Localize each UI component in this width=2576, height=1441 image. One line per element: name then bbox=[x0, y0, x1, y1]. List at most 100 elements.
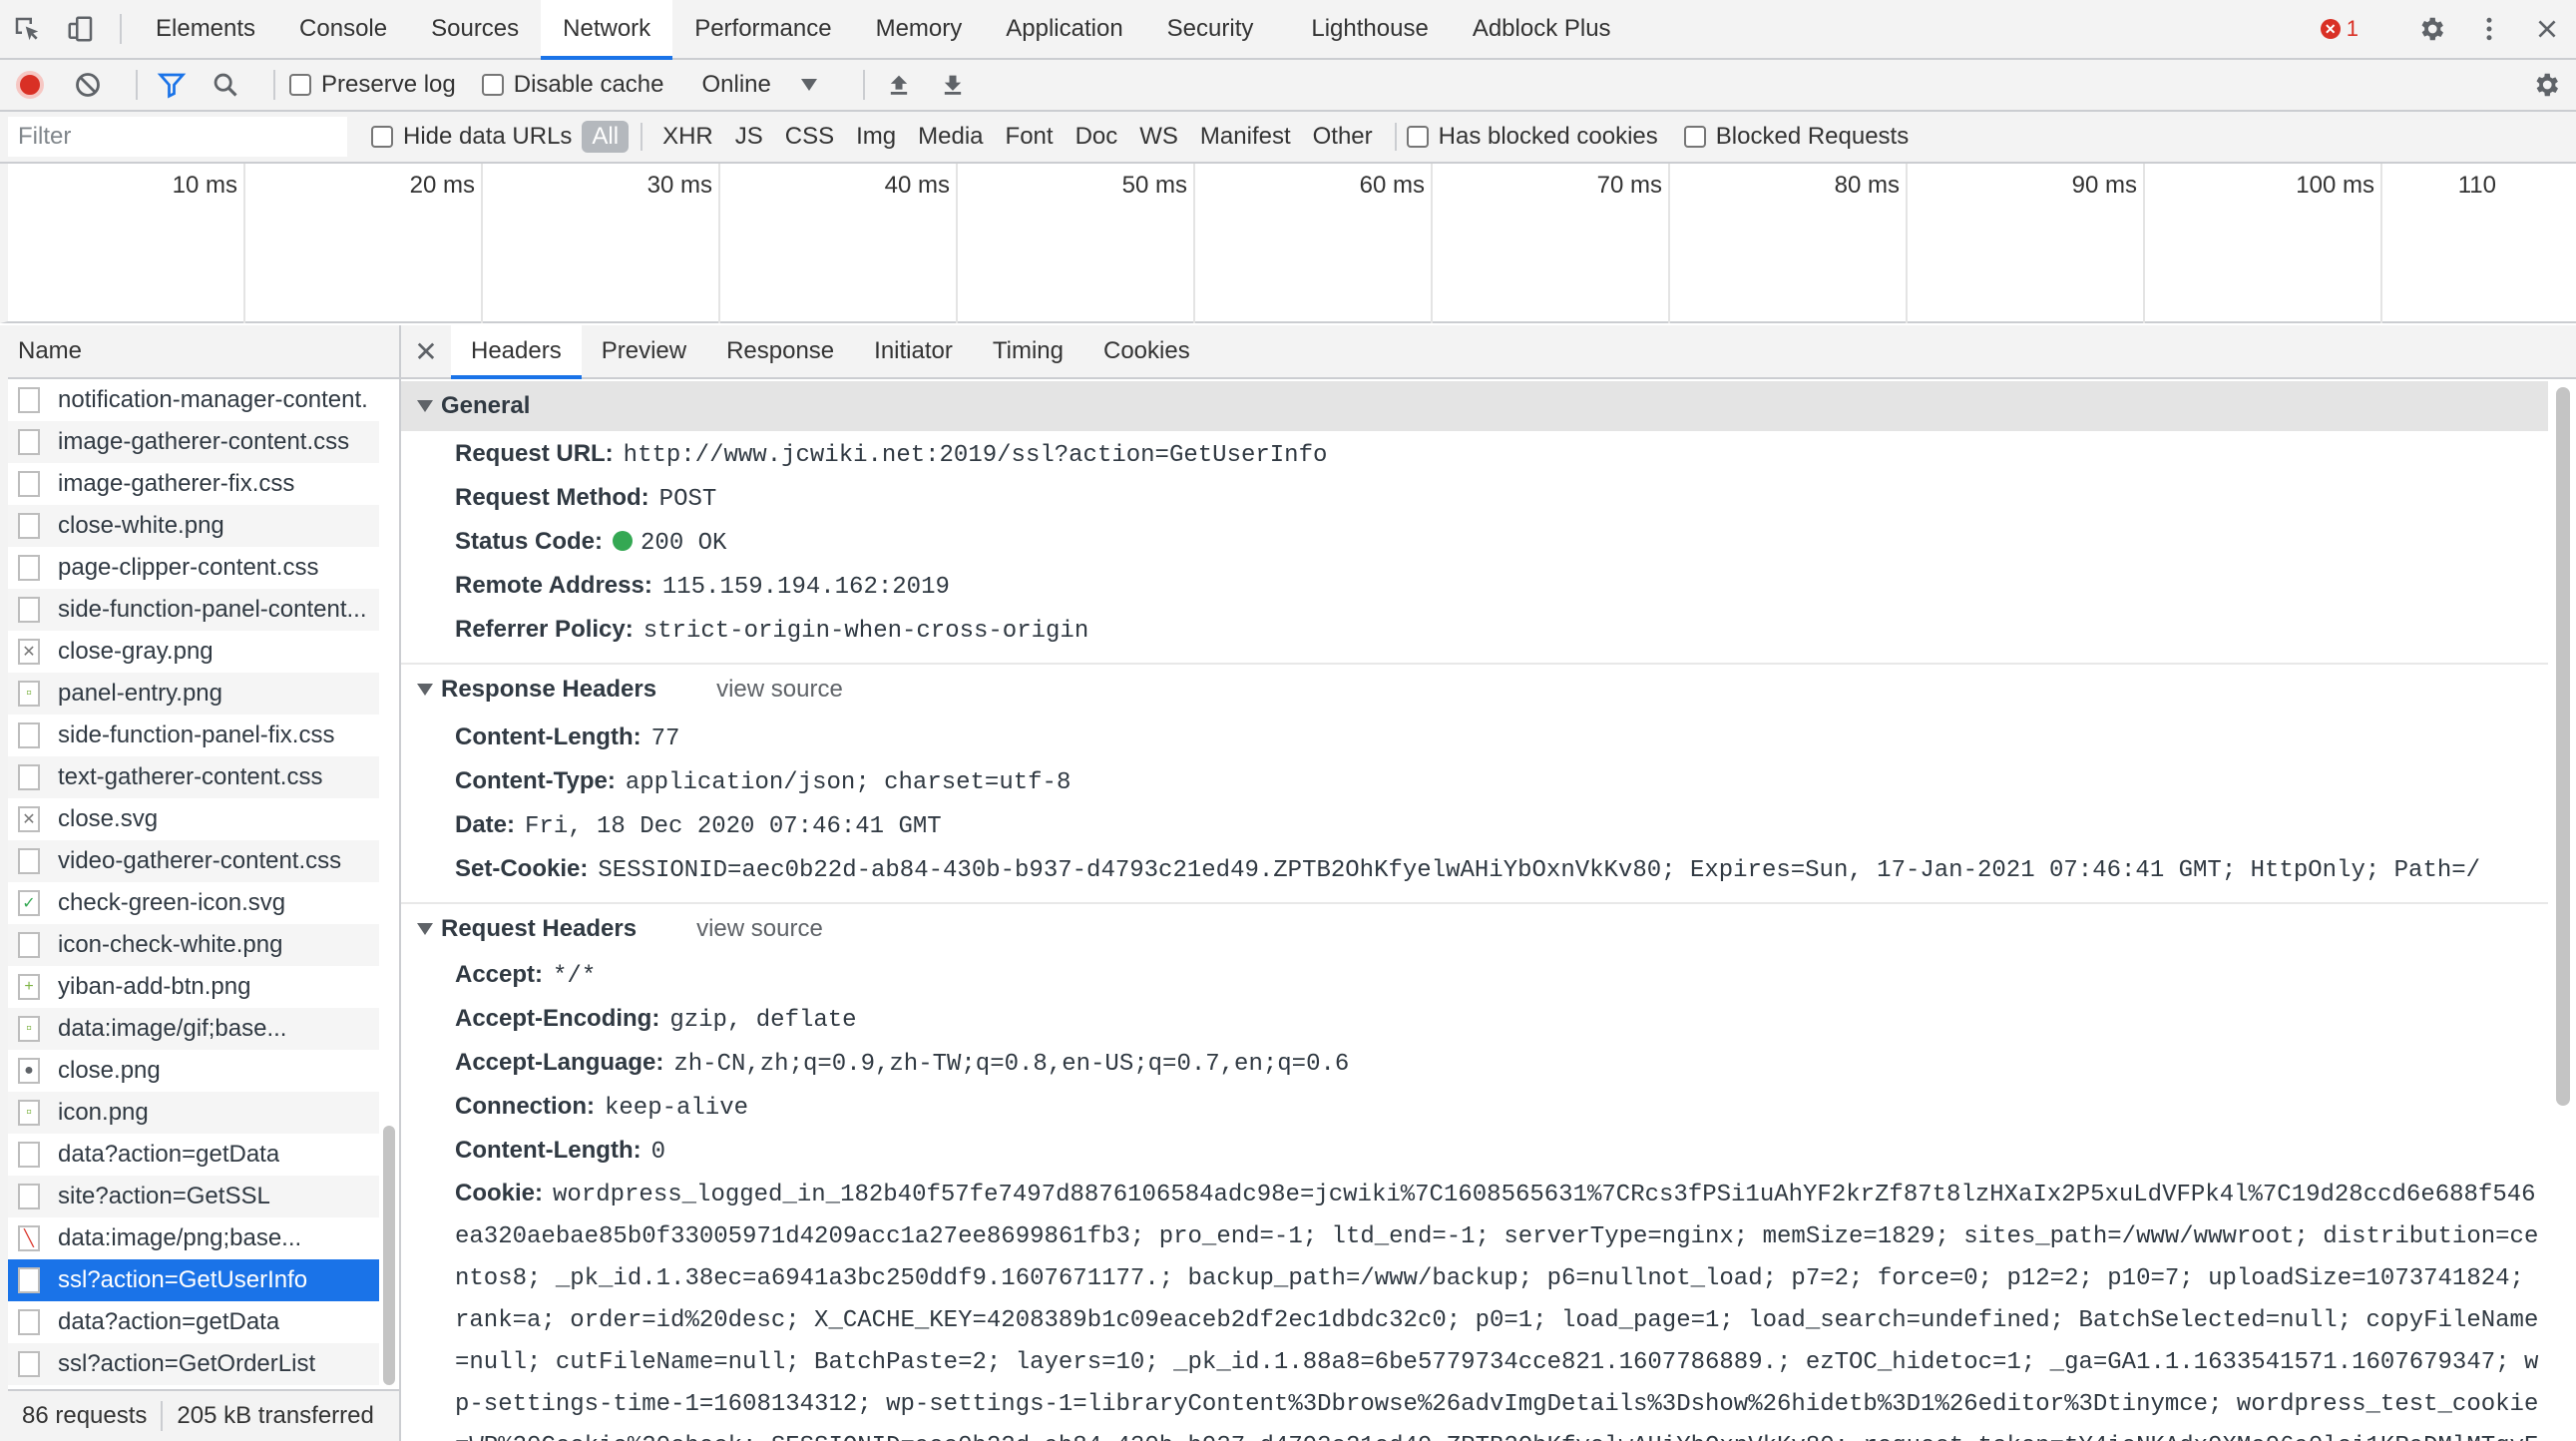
file-file-icon bbox=[18, 1184, 40, 1209]
request-row[interactable]: side-function-panel-fix.css bbox=[8, 715, 379, 756]
request-row[interactable]: data?action=getData bbox=[8, 1134, 379, 1176]
tab-elements[interactable]: Elements bbox=[134, 0, 277, 58]
header-value: 200 OK bbox=[641, 530, 727, 557]
detail-tab-headers[interactable]: Headers bbox=[451, 325, 582, 379]
tab-network[interactable]: Network bbox=[541, 0, 673, 60]
file-image-icon: ▫ bbox=[18, 1100, 40, 1126]
filter-input[interactable] bbox=[8, 117, 347, 157]
filter-type-doc[interactable]: Doc bbox=[1066, 121, 1128, 153]
timeline-overview[interactable]: 10 ms 20 ms 30 ms 40 ms 50 ms 60 ms 70 ms 80 ms… bbox=[0, 164, 2576, 323]
request-row[interactable]: ✕ close-gray.png bbox=[8, 631, 379, 673]
tab-memory[interactable]: Memory bbox=[854, 0, 985, 58]
request-row[interactable]: ● close.png bbox=[8, 1050, 379, 1092]
record-button[interactable] bbox=[16, 71, 44, 99]
inspect-element-icon[interactable] bbox=[0, 0, 54, 58]
filter-type-xhr[interactable]: XHR bbox=[652, 121, 723, 153]
request-row[interactable]: image-gatherer-fix.css bbox=[8, 463, 379, 505]
filter-type-media[interactable]: Media bbox=[908, 121, 993, 153]
checkbox-box[interactable] bbox=[371, 126, 393, 148]
request-row[interactable]: ssl?action=GetUserInfo bbox=[8, 1259, 379, 1301]
header-row: Referrer Policy: strict-origin-when-cross… bbox=[401, 609, 2548, 653]
request-row[interactable]: side-function-panel-content... bbox=[8, 589, 379, 631]
general-section-header[interactable]: General bbox=[401, 381, 2548, 431]
checkbox-box[interactable] bbox=[481, 74, 504, 96]
close-devtools-icon[interactable] bbox=[2518, 0, 2576, 58]
request-row[interactable]: ╲ data:image/png;base... bbox=[8, 1217, 379, 1259]
detail-tab-timing[interactable]: Timing bbox=[973, 325, 1083, 377]
search-icon[interactable] bbox=[206, 65, 245, 105]
response-headers-section-header[interactable]: Response Headers view source bbox=[401, 665, 2548, 715]
request-headers-section-header[interactable]: Request Headers view source bbox=[401, 904, 2548, 954]
timeline-tick-label: 60 ms bbox=[1359, 172, 1425, 199]
tab-security[interactable]: Security bbox=[1145, 0, 1276, 58]
header-key: Accept: bbox=[455, 961, 544, 988]
timeline-tick-label: 50 ms bbox=[1121, 172, 1187, 199]
request-list-scrollbar[interactable] bbox=[383, 1126, 395, 1385]
device-toolbar-icon[interactable] bbox=[54, 0, 108, 58]
timeline-tick: 10 ms bbox=[8, 164, 245, 323]
request-row[interactable]: close-white.png bbox=[8, 505, 379, 547]
blocked-requests-checkbox[interactable]: Blocked Requests bbox=[1683, 123, 1909, 151]
filter-type-other[interactable]: Other bbox=[1303, 121, 1383, 153]
export-har-icon[interactable] bbox=[933, 65, 973, 105]
error-counter[interactable]: ✕ 1 bbox=[2303, 16, 2376, 42]
request-row[interactable]: ▫ panel-entry.png bbox=[8, 673, 379, 715]
checkbox-box[interactable] bbox=[1406, 126, 1429, 148]
throttling-select[interactable]: Online bbox=[689, 71, 828, 99]
detail-tab-cookies[interactable]: Cookies bbox=[1083, 325, 1210, 377]
request-view-source-link[interactable]: view source bbox=[696, 915, 823, 943]
request-row[interactable]: icon-check-white.png bbox=[8, 924, 379, 966]
filter-type-img[interactable]: Img bbox=[846, 121, 906, 153]
file-file-icon bbox=[18, 555, 40, 581]
request-row[interactable]: image-gatherer-content.css bbox=[8, 421, 379, 463]
timeline-tick-label: 10 ms bbox=[172, 172, 237, 199]
filter-type-ws[interactable]: WS bbox=[1129, 121, 1188, 153]
filter-type-css[interactable]: CSS bbox=[775, 121, 844, 153]
request-name: close.png bbox=[58, 1057, 161, 1084]
response-view-source-link[interactable]: view source bbox=[716, 676, 843, 704]
checkbox-box[interactable] bbox=[289, 74, 311, 96]
preserve-log-checkbox[interactable]: Preserve log bbox=[289, 71, 456, 99]
general-section: Request URL: http://www.jcwiki.net:2019/s… bbox=[401, 431, 2548, 665]
hide-data-urls-checkbox[interactable]: Hide data URLs bbox=[371, 123, 572, 151]
filter-type-manifest[interactable]: Manifest bbox=[1190, 121, 1301, 153]
request-row[interactable]: + yiban-add-btn.png bbox=[8, 966, 379, 1008]
request-row[interactable]: text-gatherer-content.css bbox=[8, 756, 379, 798]
cookie-header-value: wordpress_logged_in_182b40f57fe7497d8876… bbox=[455, 1182, 2539, 1441]
request-row[interactable]: page-clipper-content.css bbox=[8, 547, 379, 589]
settings-gear-icon[interactable] bbox=[2402, 0, 2460, 58]
request-row[interactable]: data?action=getData bbox=[8, 1301, 379, 1343]
detail-scrollbar[interactable] bbox=[2556, 387, 2570, 1106]
import-har-icon[interactable] bbox=[879, 65, 919, 105]
request-row[interactable]: video-gatherer-content.css bbox=[8, 840, 379, 882]
tab-lighthouse[interactable]: Lighthouse bbox=[1289, 0, 1450, 58]
checkbox-box[interactable] bbox=[1683, 126, 1706, 148]
name-column-header[interactable]: Name bbox=[8, 325, 399, 379]
tab-adblock-plus[interactable]: Adblock Plus bbox=[1451, 0, 1633, 58]
detail-tab-initiator[interactable]: Initiator bbox=[854, 325, 973, 377]
tab-performance[interactable]: Performance bbox=[672, 0, 853, 58]
tab-sources[interactable]: Sources bbox=[409, 0, 541, 58]
filter-funnel-icon[interactable] bbox=[152, 65, 192, 105]
request-row[interactable]: ▫ icon.png bbox=[8, 1092, 379, 1134]
filter-type-js[interactable]: JS bbox=[725, 121, 773, 153]
disable-cache-checkbox[interactable]: Disable cache bbox=[481, 71, 663, 99]
tab-application[interactable]: Application bbox=[984, 0, 1144, 58]
close-detail-icon[interactable]: ✕ bbox=[401, 325, 451, 377]
request-row[interactable]: ssl?action=GetOrderList bbox=[8, 1343, 379, 1385]
tab-console[interactable]: Console bbox=[277, 0, 409, 58]
request-row[interactable]: notification-manager-content. bbox=[8, 379, 379, 421]
clear-icon[interactable] bbox=[68, 65, 108, 105]
detail-tab-response[interactable]: Response bbox=[706, 325, 854, 377]
network-settings-gear-icon[interactable] bbox=[2526, 65, 2566, 105]
request-row[interactable]: ✓ check-green-icon.svg bbox=[8, 882, 379, 924]
header-key: Connection: bbox=[455, 1093, 595, 1120]
more-options-icon[interactable] bbox=[2460, 0, 2518, 58]
filter-type-font[interactable]: Font bbox=[996, 121, 1064, 153]
request-row[interactable]: ▫ data:image/gif;base... bbox=[8, 1008, 379, 1050]
detail-tab-preview[interactable]: Preview bbox=[582, 325, 706, 377]
filter-type-all[interactable]: All bbox=[582, 121, 630, 153]
request-row[interactable]: ✕ close.svg bbox=[8, 798, 379, 840]
request-row[interactable]: site?action=GetSSL bbox=[8, 1176, 379, 1217]
has-blocked-cookies-checkbox[interactable]: Has blocked cookies bbox=[1406, 123, 1658, 151]
